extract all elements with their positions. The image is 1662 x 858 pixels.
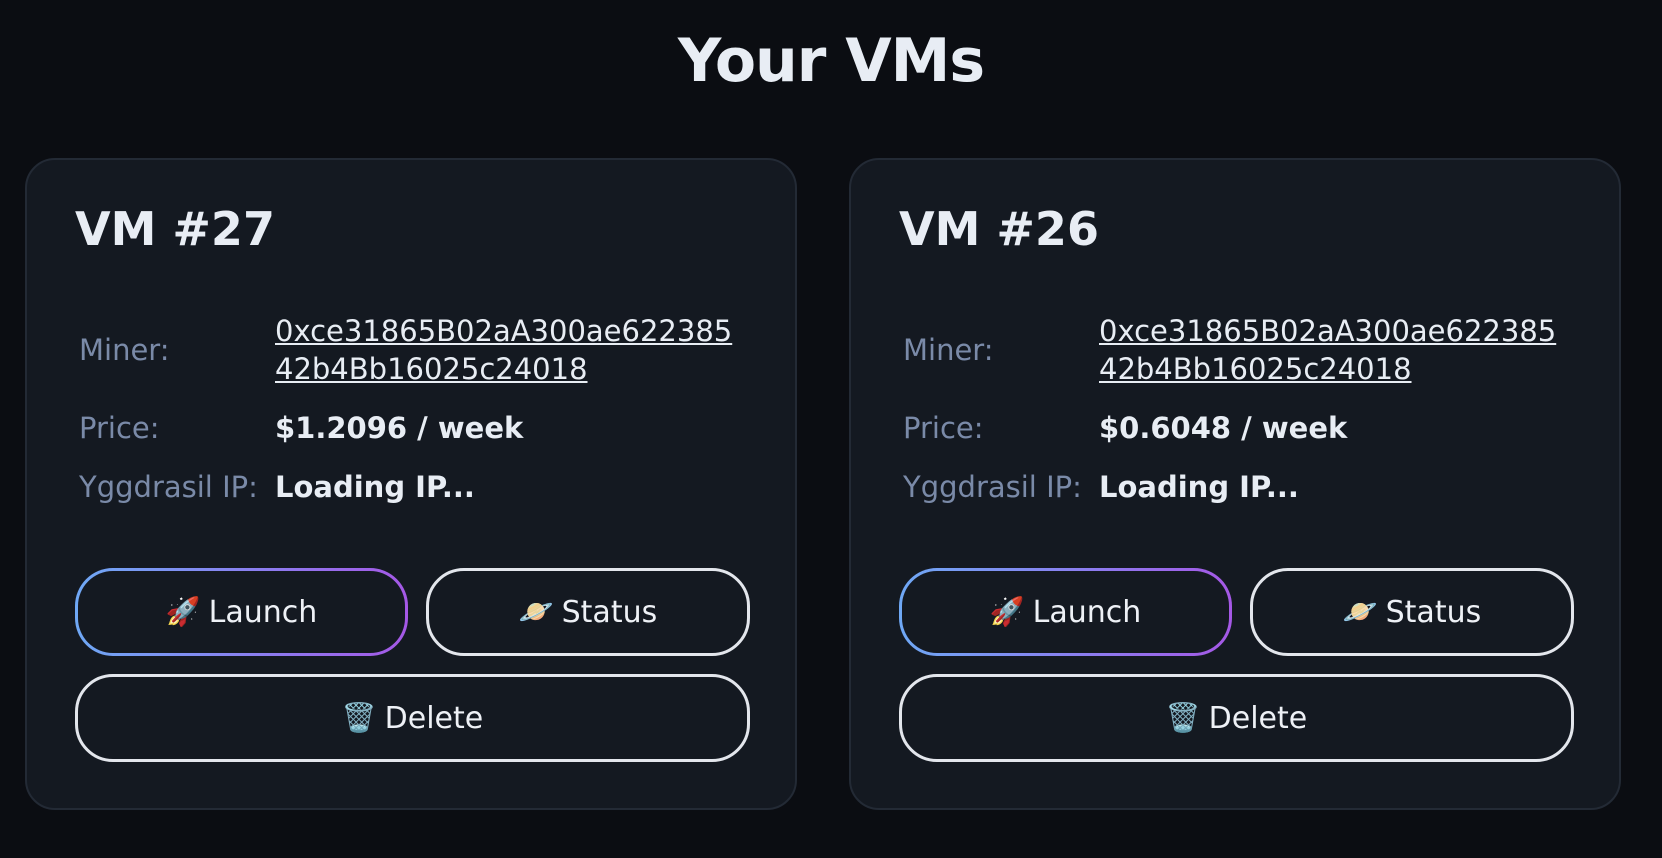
launch-label: Launch	[1032, 594, 1142, 630]
delete-label: Delete	[1208, 700, 1308, 736]
rocket-icon: 🚀	[989, 595, 1025, 628]
launch-label: Launch	[208, 594, 318, 630]
miner-label: Miner:	[79, 333, 170, 367]
vm-title: VM #27	[75, 202, 275, 256]
vm-title: VM #26	[899, 202, 1099, 256]
ip-label: Yggdrasil IP:	[903, 470, 1082, 504]
vm-card: VM #26 Miner: 0xce31865B02aA300ae6223854…	[849, 158, 1621, 810]
ip-value: Loading IP...	[1099, 470, 1299, 504]
trash-icon: 🗑️	[341, 701, 377, 734]
price-value: $0.6048 / week	[1099, 411, 1348, 445]
planet-icon: 🪐	[518, 595, 554, 628]
price-row: Price: $1.2096 / week	[79, 409, 755, 447]
ip-row: Yggdrasil IP: Loading IP...	[79, 468, 755, 506]
status-button[interactable]: 🪐 Status	[1250, 568, 1574, 656]
status-button[interactable]: 🪐 Status	[426, 568, 750, 656]
miner-address-link[interactable]: 0xce31865B02aA300ae62238542b4Bb16025c240…	[275, 312, 735, 388]
price-label: Price:	[903, 411, 984, 445]
price-value: $1.2096 / week	[275, 411, 524, 445]
price-label: Price:	[79, 411, 160, 445]
price-row: Price: $0.6048 / week	[903, 409, 1579, 447]
vm-card: VM #27 Miner: 0xce31865B02aA300ae6223854…	[25, 158, 797, 810]
planet-icon: 🪐	[1342, 595, 1378, 628]
miner-row: Miner: 0xce31865B02aA300ae62238542b4Bb16…	[79, 312, 755, 388]
status-label: Status	[561, 594, 658, 630]
delete-button[interactable]: 🗑️ Delete	[899, 674, 1574, 762]
trash-icon: 🗑️	[1165, 701, 1201, 734]
delete-label: Delete	[384, 700, 484, 736]
delete-button[interactable]: 🗑️ Delete	[75, 674, 750, 762]
miner-row: Miner: 0xce31865B02aA300ae62238542b4Bb16…	[903, 312, 1579, 388]
ip-value: Loading IP...	[275, 470, 475, 504]
launch-button[interactable]: 🚀 Launch	[899, 568, 1232, 656]
vm-dashboard: Your VMs VM #27 Miner: 0xce31865B02aA300…	[0, 0, 1662, 858]
ip-label: Yggdrasil IP:	[79, 470, 258, 504]
rocket-icon: 🚀	[165, 595, 201, 628]
status-label: Status	[1385, 594, 1482, 630]
miner-address-link[interactable]: 0xce31865B02aA300ae62238542b4Bb16025c240…	[1099, 312, 1559, 388]
page-title: Your VMs	[677, 26, 985, 96]
launch-button[interactable]: 🚀 Launch	[75, 568, 408, 656]
miner-label: Miner:	[903, 333, 994, 367]
ip-row: Yggdrasil IP: Loading IP...	[903, 468, 1579, 506]
